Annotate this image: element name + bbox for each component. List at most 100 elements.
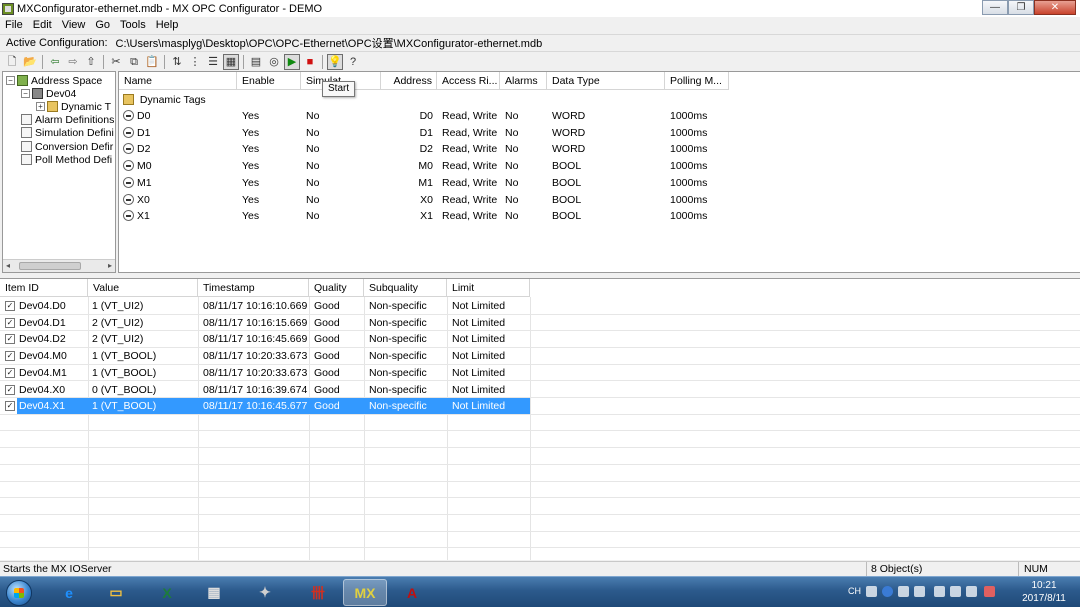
tree-horizontal-scrollbar[interactable]: ◂ ▸	[3, 259, 115, 272]
taskbar-clock[interactable]: 10:21 2017/8/11	[1014, 579, 1074, 605]
column-header-value[interactable]: Value	[88, 279, 198, 297]
stop-icon[interactable]: ■	[302, 54, 318, 70]
item-checkbox[interactable]: ✓	[5, 334, 15, 345]
tag-row[interactable]: M1 Yes No M1 Read, Write No BOOL 1000ms	[119, 175, 1079, 192]
item-timestamp: 08/11/17 10:20:33.673	[203, 350, 308, 363]
tag-row[interactable]: M0 Yes No M0 Read, Write No BOOL 1000ms	[119, 158, 1079, 175]
tree-icon[interactable]: ⋮	[187, 54, 203, 70]
import-icon[interactable]: ▤	[248, 54, 264, 70]
calculator-icon[interactable]: ▦	[192, 579, 236, 606]
collapse-icon[interactable]: −	[6, 76, 15, 85]
column-header-name[interactable]: Name	[119, 72, 237, 90]
close-button[interactable]: ✕	[1034, 0, 1076, 15]
collapse-icon[interactable]: −	[21, 89, 30, 98]
list-item-dynamic-tags[interactable]: Dynamic Tags	[119, 92, 1079, 109]
tree-item-label: Simulation Defini	[35, 126, 114, 139]
bulb-icon[interactable]: 💡	[327, 54, 343, 70]
scroll-right-icon[interactable]: ▸	[108, 261, 112, 270]
column-header-item-id[interactable]: Item ID	[0, 279, 88, 297]
minimize-button[interactable]: —	[982, 0, 1008, 15]
tag-row[interactable]: D0 Yes No D0 Read, Write No WORD 1000ms	[119, 108, 1079, 125]
copy-icon[interactable]: ⧉	[126, 54, 142, 70]
display-tray-icon[interactable]	[966, 586, 977, 597]
tree-item-alarm-definitions[interactable]: Alarm Definitions	[21, 113, 114, 126]
forward-icon[interactable]: ⇨	[65, 54, 81, 70]
tag-row[interactable]: X0 Yes No X0 Read, Write No BOOL 1000ms	[119, 192, 1079, 209]
start-icon[interactable]: ▶	[284, 54, 300, 70]
clock-time: 10:21	[1031, 580, 1057, 591]
tag-row[interactable]: D1 Yes No D1 Read, Write No WORD 1000ms	[119, 125, 1079, 142]
menu-view[interactable]: View	[57, 19, 91, 31]
tray-icon[interactable]	[914, 586, 925, 597]
restore-button[interactable]: ❐	[1008, 0, 1034, 15]
menu-tools[interactable]: Tools	[115, 19, 151, 31]
scrollbar-thumb[interactable]	[19, 262, 81, 270]
help-tray-icon[interactable]	[882, 586, 893, 597]
back-icon[interactable]: ⇦	[47, 54, 63, 70]
settings-tray-icon[interactable]	[898, 586, 909, 597]
menu-edit[interactable]: Edit	[28, 19, 57, 31]
cut-icon[interactable]: ✂	[108, 54, 124, 70]
ie-icon[interactable]: e	[47, 579, 91, 606]
item-checkbox[interactable]: ✓	[5, 401, 15, 412]
table-row[interactable]: ✓ Dev04.D0 1 (VT_UI2) 08/11/17 10:16:10.669…	[0, 298, 1080, 315]
input-language[interactable]: CH	[848, 586, 861, 596]
acrobat-icon[interactable]: A	[390, 579, 434, 606]
group-label: Dynamic Tags	[139, 94, 206, 106]
column-header-polling-method[interactable]: Polling M...	[665, 72, 729, 90]
item-checkbox[interactable]: ✓	[5, 351, 15, 362]
keyboard-icon[interactable]	[866, 586, 877, 597]
explorer-icon[interactable]: ▭	[94, 579, 138, 606]
table-row[interactable]: ✓ Dev04.X0 0 (VT_BOOL) 08/11/17 10:16:39.67…	[0, 382, 1080, 399]
table-row[interactable]: ✓ Dev04.M0 1 (VT_BOOL) 08/11/17 10:20:33.67…	[0, 348, 1080, 365]
scroll-left-icon[interactable]: ◂	[6, 261, 10, 270]
sort-icon[interactable]: ⇅	[169, 54, 185, 70]
column-header-alarms[interactable]: Alarms	[500, 72, 547, 90]
column-header-quality[interactable]: Quality	[309, 279, 364, 297]
list-view-icon[interactable]: ▦	[223, 54, 239, 70]
column-header-limit[interactable]: Limit	[447, 279, 530, 297]
tree-item-address-space[interactable]: − Address Space	[6, 74, 102, 87]
tool-icon[interactable]: ✦	[243, 579, 287, 606]
mxopc-icon[interactable]: MX	[343, 579, 387, 606]
new-icon[interactable]: 🗋	[4, 54, 20, 70]
paste-icon[interactable]: 📋	[144, 54, 160, 70]
up-folder-icon[interactable]: ⇧	[83, 54, 99, 70]
item-checkbox[interactable]: ✓	[5, 384, 15, 395]
tree-item-conversion-definitions[interactable]: Conversion Defir	[21, 140, 113, 153]
table-row[interactable]: ✓ Dev04.D1 2 (VT_UI2) 08/11/17 10:16:15.669…	[0, 315, 1080, 332]
tree-item-poll-method-definitions[interactable]: Poll Method Defi	[21, 153, 112, 166]
item-checkbox[interactable]: ✓	[5, 301, 15, 311]
table-row[interactable]: ✓ Dev04.X1 1 (VT_BOOL) 08/11/17 10:16:45.67…	[0, 398, 1080, 415]
item-checkbox[interactable]: ✓	[5, 367, 15, 378]
column-header-access-rights[interactable]: Access Ri...	[437, 72, 500, 90]
table-row[interactable]: ✓ Dev04.D2 2 (VT_UI2) 08/11/17 10:16:45.669…	[0, 331, 1080, 348]
start-menu-button[interactable]	[6, 580, 32, 606]
tree-item-simulation-definitions[interactable]: Simulation Defini	[21, 126, 114, 139]
column-header-enable[interactable]: Enable	[237, 72, 301, 90]
item-checkbox[interactable]: ✓	[5, 317, 15, 328]
volume-muted-icon[interactable]	[984, 586, 995, 597]
help-icon[interactable]: ?	[345, 54, 361, 70]
menu-help[interactable]: Help	[151, 19, 184, 31]
table-row[interactable]: ✓ Dev04.M1 1 (VT_BOOL) 08/11/17 10:20:33.67…	[0, 365, 1080, 382]
tree-item-dynamic-tags[interactable]: + Dynamic T	[36, 100, 111, 113]
column-header-subquality[interactable]: Subquality	[364, 279, 447, 297]
plc-icon[interactable]: 卌	[296, 579, 340, 606]
tag-row[interactable]: D2 Yes No D2 Read, Write No WORD 1000ms	[119, 141, 1079, 158]
column-header-data-type[interactable]: Data Type	[547, 72, 665, 90]
network-tray-icon[interactable]	[934, 586, 945, 597]
action-center-icon[interactable]	[950, 586, 961, 597]
excel-icon[interactable]: X	[145, 579, 189, 606]
column-header-timestamp[interactable]: Timestamp	[198, 279, 309, 297]
column-header-address[interactable]: Address	[381, 72, 437, 90]
details-view-icon[interactable]: ☰	[205, 54, 221, 70]
tag-row[interactable]: X1 Yes No X1 Read, Write No BOOL 1000ms	[119, 208, 1079, 225]
expand-icon[interactable]: +	[36, 102, 45, 111]
menu-go[interactable]: Go	[90, 19, 115, 31]
menu-file[interactable]: File	[0, 19, 28, 31]
tree-item-dev04[interactable]: − Dev04	[21, 87, 76, 100]
tag-icon	[123, 193, 134, 205]
monitor-icon[interactable]: ◎	[266, 54, 282, 70]
open-icon[interactable]: 📂	[22, 54, 38, 70]
